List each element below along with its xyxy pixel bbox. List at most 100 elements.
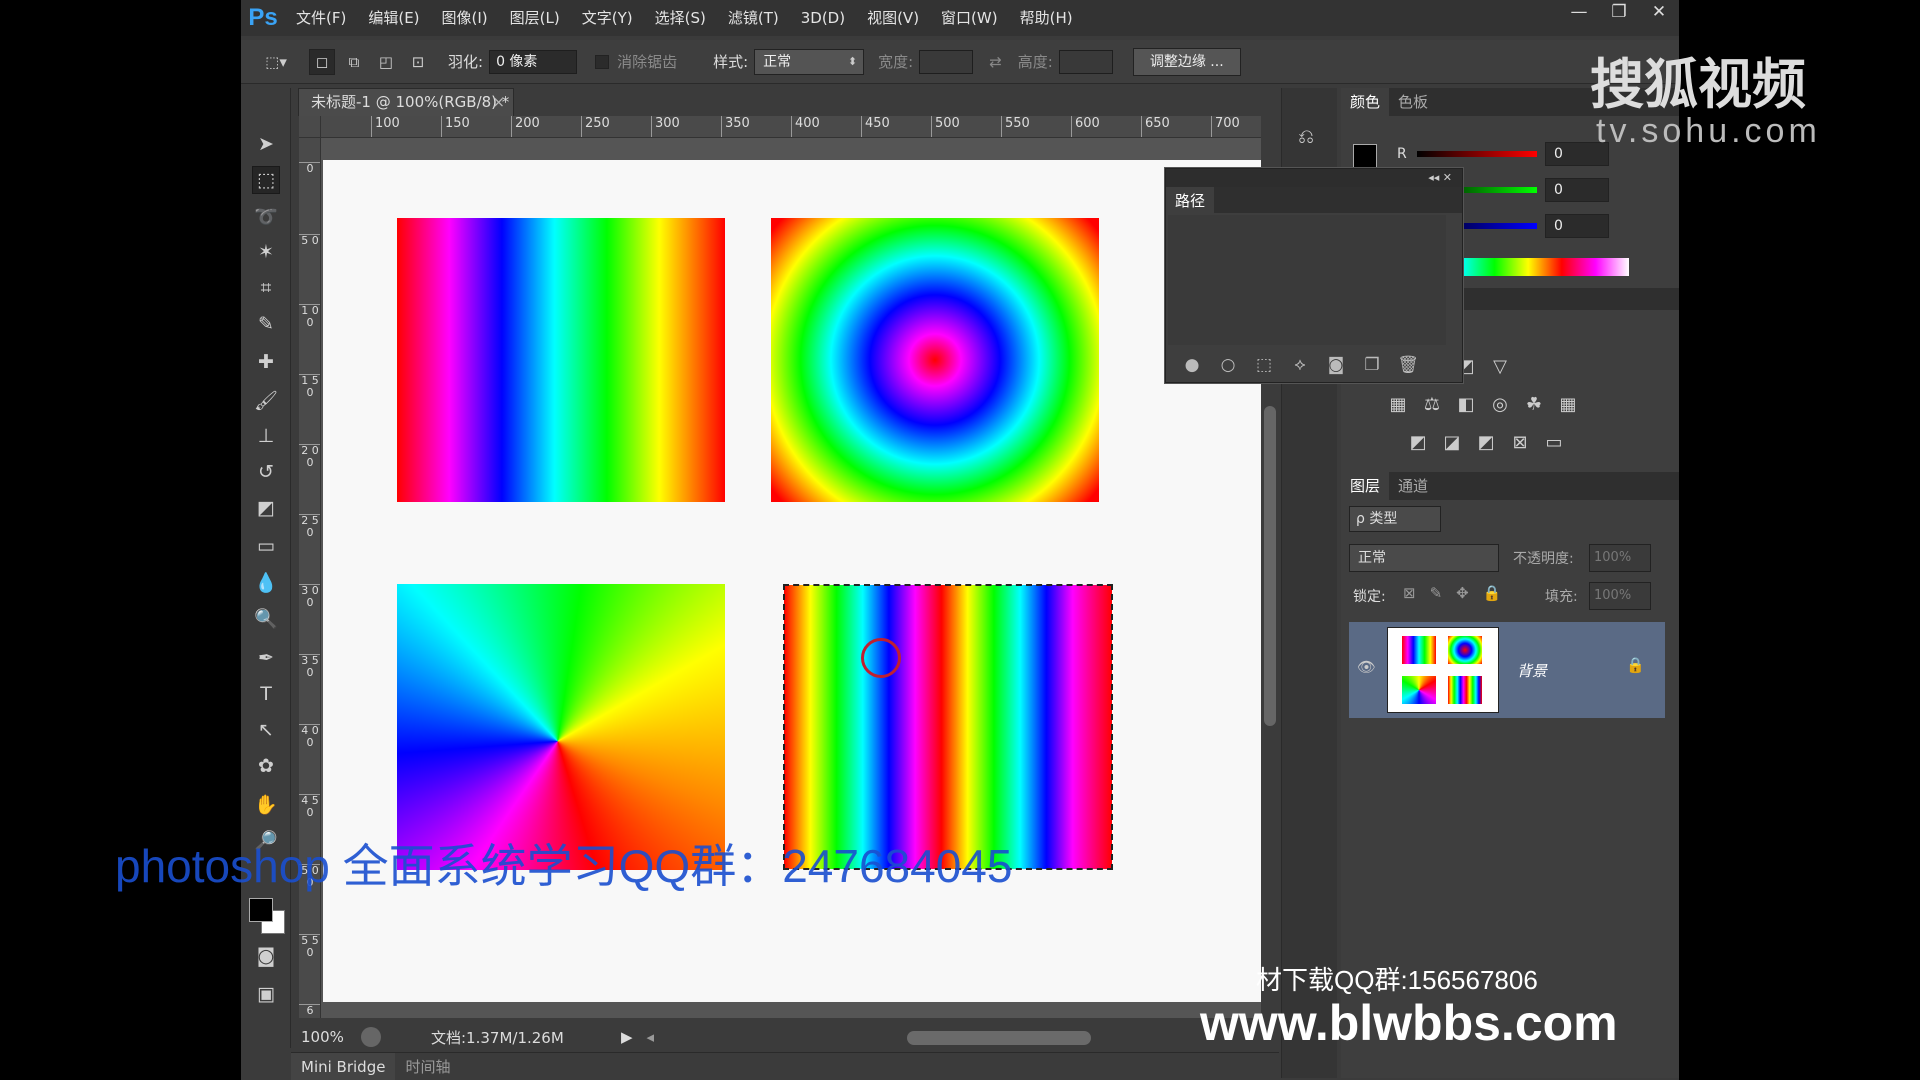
close-button[interactable]: ✕ (1639, 0, 1679, 26)
paths-list[interactable] (1168, 215, 1446, 345)
status-menu-arrow-icon[interactable]: ▶ (621, 1028, 633, 1046)
menu-view[interactable]: 视图(V) (856, 0, 930, 36)
delete-path-icon[interactable]: 🗑 (1390, 355, 1426, 375)
history-brush-icon[interactable]: ↺ (252, 458, 280, 486)
gradient-fill-icon[interactable]: ▭ (1543, 432, 1565, 454)
lock-icons[interactable]: ⊠✎✥🔒 (1403, 584, 1515, 602)
lasso-tool-icon[interactable]: ➰ (252, 202, 280, 230)
marquee-tool-icon[interactable]: ⬚ (252, 166, 280, 194)
menu-file[interactable]: 文件(F) (285, 0, 357, 36)
layer-filter-select[interactable]: ρ 类型 (1349, 506, 1441, 532)
color-spectrum[interactable] (1461, 258, 1629, 276)
bw-icon[interactable]: ◧ (1455, 394, 1477, 416)
tab-layers[interactable]: 图层 (1341, 472, 1390, 500)
eraser-tool-icon[interactable]: ◩ (252, 494, 280, 522)
add-selection-icon[interactable]: ⧉ (341, 49, 367, 75)
menu-help[interactable]: 帮助(H) (1009, 0, 1084, 36)
refine-edge-button[interactable]: 调整边缘 ... (1132, 47, 1241, 76)
blend-mode-select[interactable]: 正常 (1349, 544, 1499, 572)
menu-layer[interactable]: 图层(L) (499, 0, 571, 36)
g-value[interactable]: 0 (1545, 178, 1609, 202)
selective-color-icon[interactable]: ⊠ (1509, 432, 1531, 454)
color-lookup-icon[interactable]: ▦ (1557, 394, 1579, 416)
eye-icon[interactable]: 👁 (1357, 658, 1376, 676)
threshold-icon[interactable]: ◩ (1475, 432, 1497, 454)
menu-filter[interactable]: 滤镜(T) (717, 0, 790, 36)
tab-channels[interactable]: 通道 (1389, 472, 1437, 500)
tab-timeline[interactable]: 时间轴 (395, 1053, 460, 1080)
make-work-path-icon[interactable]: ⟡ (1282, 355, 1318, 375)
menu-select[interactable]: 选择(S) (644, 0, 717, 36)
path-select-icon[interactable]: ↖ (252, 716, 280, 744)
fill-input[interactable]: 100% (1589, 582, 1651, 610)
doc-info: 文档:1.37M/1.26M (431, 1028, 564, 1047)
width-input[interactable] (919, 49, 974, 74)
quick-mask-icon[interactable]: ◙ (252, 942, 280, 970)
color-fg-swatch[interactable] (1353, 144, 1377, 168)
scroll-left-icon[interactable]: ◂ (647, 1028, 655, 1046)
gradient-map-icon[interactable]: ▽ (1489, 356, 1511, 378)
balance-icon[interactable]: ⚖ (1421, 394, 1443, 416)
blur-tool-icon[interactable]: 💧 (252, 568, 280, 596)
menu-type[interactable]: 文字(Y) (571, 0, 644, 36)
menu-bar: Ps 文件(F) 编辑(E) 图像(I) 图层(L) 文字(Y) 选择(S) 滤… (241, 0, 1679, 36)
marquee-preset-icon[interactable]: ⬚▾ (263, 49, 289, 75)
zoom-level[interactable]: 100% (301, 1028, 361, 1046)
style-select[interactable]: 正常 (754, 48, 865, 75)
b-value[interactable]: 0 (1545, 214, 1609, 238)
shape-tool-icon[interactable]: ✿ (252, 752, 280, 780)
brush-tool-icon[interactable]: 🖌 (252, 386, 280, 414)
restore-button[interactable]: ❐ (1599, 0, 1639, 26)
tab-mini-bridge[interactable]: Mini Bridge (291, 1052, 396, 1080)
photo-filter-icon[interactable]: ◎ (1489, 394, 1511, 416)
menu-3d[interactable]: 3D(D) (790, 0, 856, 36)
style-label: 样式: (713, 53, 749, 71)
healing-brush-icon[interactable]: ✚ (252, 348, 280, 376)
height-input[interactable] (1058, 49, 1113, 74)
type-tool-icon[interactable]: T (252, 680, 280, 708)
fill-path-icon[interactable]: ● (1174, 355, 1210, 375)
pen-tool-icon[interactable]: ✒ (252, 644, 280, 672)
tab-paths[interactable]: 路径 (1166, 187, 1215, 215)
clone-stamp-icon[interactable]: ⊥ (252, 422, 280, 450)
channel-mixer-icon[interactable]: ☘ (1523, 394, 1545, 416)
add-mask-icon[interactable]: ◙ (1318, 355, 1354, 375)
feather-input[interactable]: 0 像素 (489, 49, 578, 74)
posterize-icon[interactable]: ◪ (1441, 432, 1463, 454)
status-icon[interactable] (361, 1027, 381, 1047)
new-selection-icon[interactable]: ◻ (309, 48, 335, 75)
document-tab[interactable]: 未标题-1 @ 100%(RGB/8) * × (298, 88, 514, 116)
new-path-icon[interactable]: ❐ (1354, 355, 1390, 375)
swap-icon[interactable]: ⇄ (989, 53, 1002, 71)
opacity-input[interactable]: 100% (1589, 544, 1651, 572)
stroke-path-icon[interactable]: ○ (1210, 355, 1246, 375)
antialias-checkbox[interactable] (595, 54, 610, 69)
tab-color[interactable]: 颜色 (1341, 88, 1390, 116)
menu-image[interactable]: 图像(I) (431, 0, 499, 36)
intersect-selection-icon[interactable]: ⊡ (405, 49, 431, 75)
subtract-selection-icon[interactable]: ◰ (373, 49, 399, 75)
layer-background[interactable]: 👁 背景 🔒 (1349, 622, 1665, 718)
load-selection-icon[interactable]: ⬚ (1246, 355, 1282, 375)
history-panel-icon[interactable]: ⎌ (1298, 124, 1314, 148)
hand-tool-icon[interactable]: ✋ (252, 790, 280, 818)
magic-wand-icon[interactable]: ✶ (252, 238, 280, 266)
r-slider[interactable] (1417, 151, 1537, 157)
foreground-color-swatch[interactable] (249, 898, 273, 922)
close-tab-icon[interactable]: × (492, 89, 505, 115)
selected-repeated-gradient[interactable] (783, 584, 1113, 870)
menu-window[interactable]: 窗口(W) (930, 0, 1009, 36)
crop-tool-icon[interactable]: ⌗ (252, 274, 280, 302)
move-tool-icon[interactable]: ➤ (252, 130, 280, 158)
dodge-tool-icon[interactable]: 🔍 (252, 604, 280, 632)
horizontal-scroll-thumb[interactable] (907, 1031, 1091, 1045)
eyedropper-icon[interactable]: ✎ (252, 310, 280, 338)
minimize-button[interactable]: — (1559, 0, 1599, 26)
menu-edit[interactable]: 编辑(E) (357, 0, 430, 36)
invert-icon[interactable]: ◩ (1407, 432, 1429, 454)
screen-mode-icon[interactable]: ▣ (252, 980, 280, 1008)
vertical-scroll-thumb[interactable] (1264, 406, 1276, 726)
gradient-tool-icon[interactable]: ▭ (252, 532, 280, 560)
tab-swatches[interactable]: 色板 (1389, 88, 1437, 116)
vibrance-icon[interactable]: ▦ (1387, 394, 1409, 416)
